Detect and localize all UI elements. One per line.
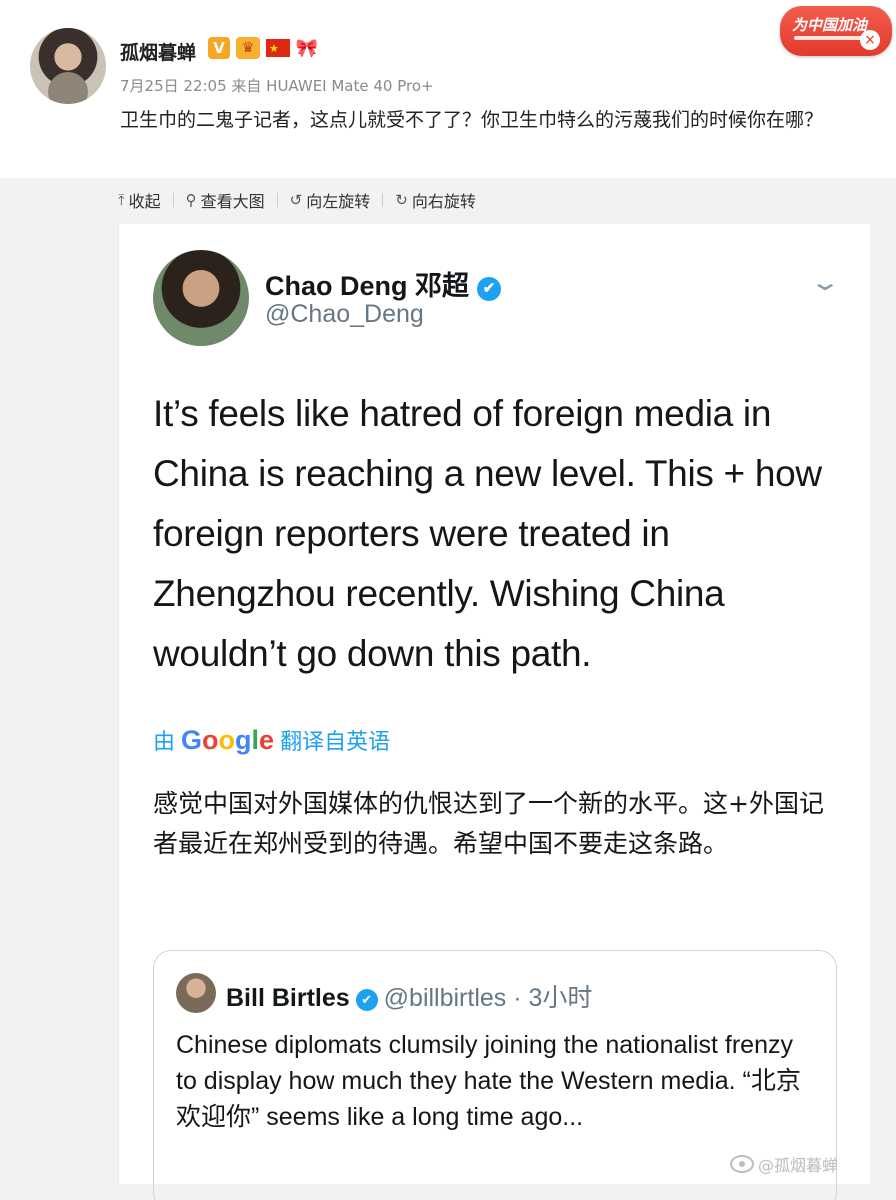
post-text: 卫生巾的二鬼子记者，这点儿就受不了了？你卫生巾特么的污蔑我们的时候你在哪？ [120,109,824,131]
tweet-body: It’s feels like hatred of foreign media … [153,393,822,674]
post-username[interactable]: 孤烟暮蝉 [120,38,196,65]
cheer-badge[interactable]: 为中国加油 × [780,6,892,56]
collapse-label: 收起 [128,192,161,211]
rotate-right-label: 向右旋转 [411,192,476,211]
google-letter: g [235,725,252,755]
rotate-left-label: 向左旋转 [306,192,371,211]
rotate-left-button[interactable]: ↺ 向左旋转 [278,188,383,212]
google-letter: o [218,725,236,755]
weibo-watermark: @孤烟暮蝉 [730,1152,838,1176]
rotate-right-button[interactable]: ↻ 向右旋转 [383,188,488,212]
magnifier-icon: ⚲ [185,191,197,209]
google-letter: o [202,725,219,755]
tweet-avatar [153,250,249,346]
google-logo-text: Google [181,725,274,756]
google-letter: e [259,725,275,755]
cheer-badge-label: 为中国加油 [792,16,868,34]
verified-v-icon[interactable]: V [208,37,230,59]
tweet-screenshot-image[interactable]: Chao Deng 邓超 ✔ @Chao_Deng ⌄ It’s feels li… [118,224,870,1200]
weibo-logo-icon [730,1155,754,1173]
collapse-icon: ⤒ [118,191,125,209]
image-toolbar: ⤒ 收起 ⚲ 查看大图 ↺ 向左旋转 ↻ 向右旋转 [118,186,488,214]
post-meta: 7月25日 22:05 来自 HUAWEI Mate 40 Pro+ [120,77,434,95]
view-large-label: 查看大图 [200,192,265,211]
quote-author-name: Bill Birtles [226,984,350,1012]
cheer-badge-bar [794,36,864,40]
close-icon[interactable]: × [860,30,880,50]
google-letter: G [181,725,203,755]
member-crown-icon[interactable]: ♛ [236,37,260,59]
tweet-author-name: Chao Deng 邓超 ✔ [265,264,502,303]
watermark-text: @孤烟暮蝉 [758,1156,839,1175]
user-avatar[interactable] [30,28,106,104]
translated-by-google: 由 Google 翻译自英语 [153,724,390,756]
google-letter: l [251,725,260,755]
tweet-handle: @Chao_Deng [265,300,424,328]
collapse-button[interactable]: ⤒ 收起 [118,188,173,212]
translate-prefix: 由 [153,730,176,755]
verified-check-icon: ✔ [355,989,378,1011]
view-large-button[interactable]: ⚲ 查看大图 [174,188,277,212]
quote-handle-time: @billbirtles · 3小时 [383,984,593,1012]
ribbon-icon[interactable]: 🎀 [296,37,318,59]
china-flag-icon[interactable]: ★ [266,39,290,57]
weibo-post-header: 孤烟暮蝉 V ♛ ★ 🎀 7月25日 22:05 来自 HUAWEI Mate … [0,0,896,178]
quote-body: Chinese diplomats clumsily joining the n… [176,1031,801,1131]
tweet-translation: 感觉中国对外国媒体的仇恨达到了一个新的水平。这+外国记者最近在郑州受到的待遇。希… [153,789,824,858]
tweet-author-name-text: Chao Deng 邓超 [265,271,470,301]
chevron-down-icon: ⌄ [808,268,842,296]
rotate-right-icon: ↻ [395,191,408,209]
user-badges: V ♛ ★ 🎀 [208,37,318,59]
verified-check-icon: ✔ [477,277,502,301]
rotate-left-icon: ↺ [289,191,303,209]
quote-avatar [176,973,216,1013]
quote-header: Bill Birtles ✔ @billbirtles · 3小时 [226,978,592,1014]
translate-suffix: 翻译自英语 [280,730,391,755]
